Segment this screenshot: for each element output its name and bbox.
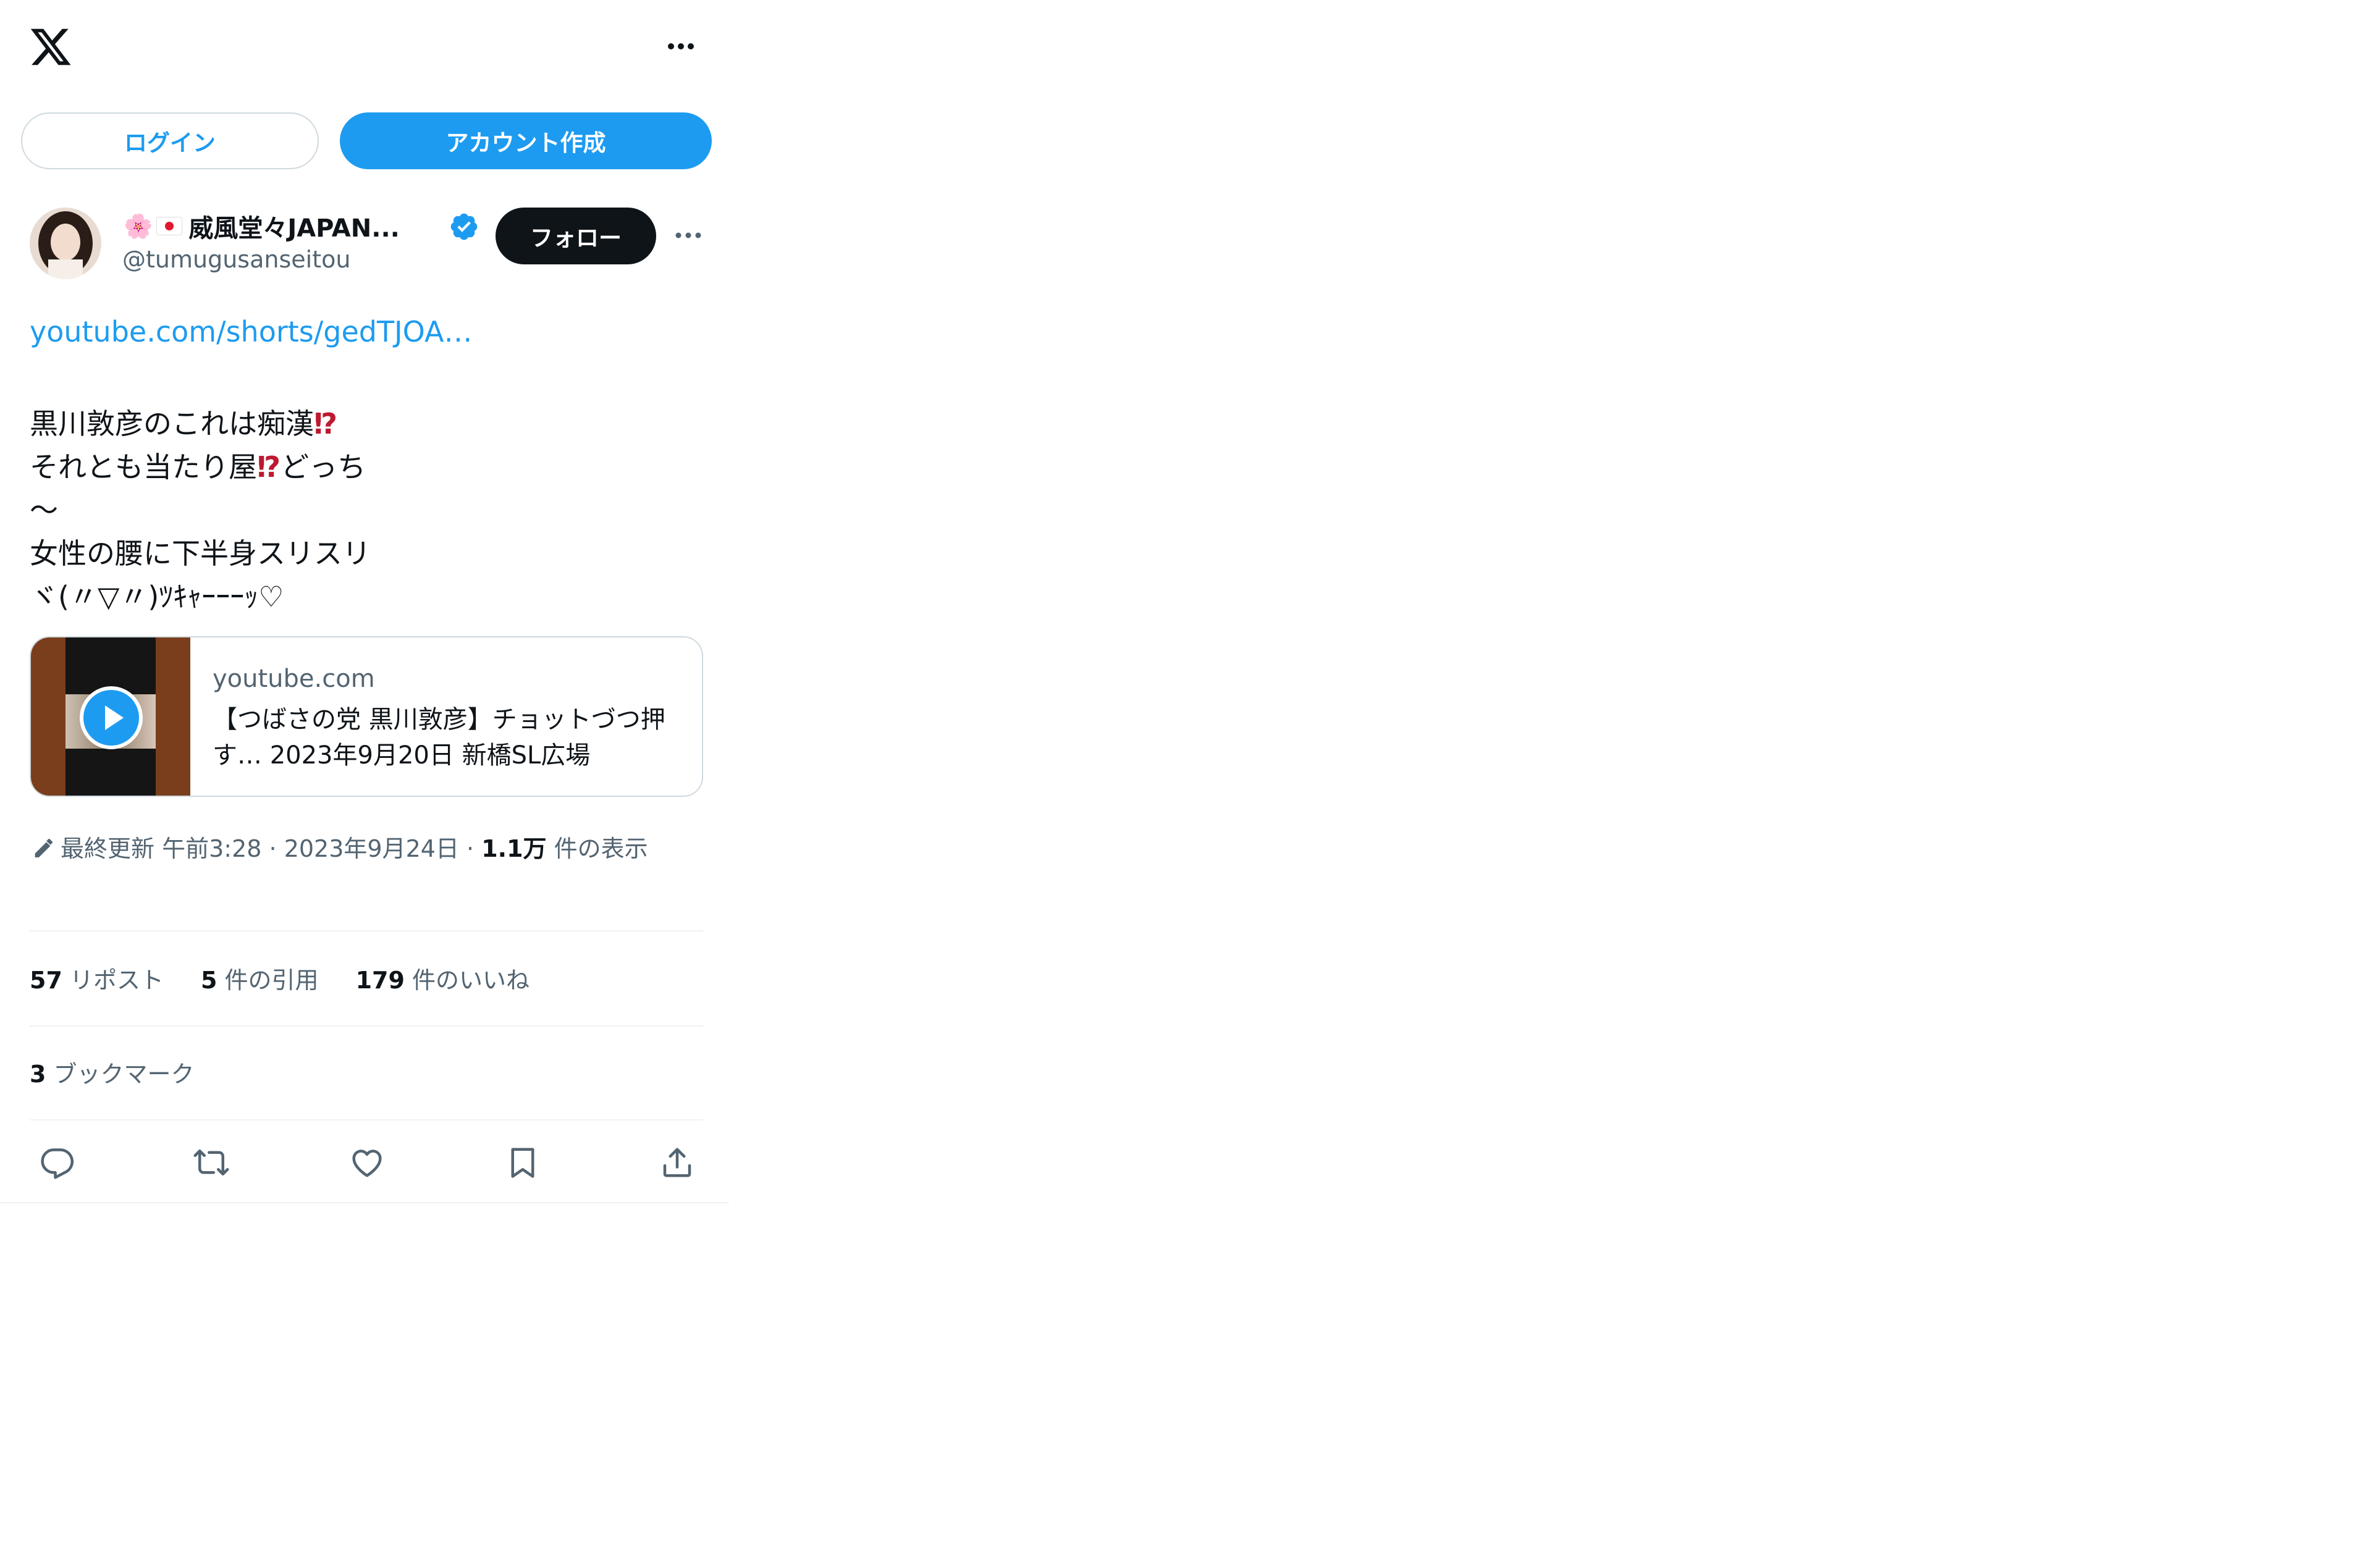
card-domain: youtube.com	[213, 665, 375, 693]
like-count[interactable]: 179 件のいいね	[356, 961, 530, 995]
cherry-blossom-emoji: 🌸	[124, 212, 153, 240]
divider	[30, 1025, 703, 1027]
avatar-image	[30, 208, 101, 279]
video-thumbnail	[31, 637, 190, 796]
repost-icon[interactable]	[193, 1144, 230, 1181]
tweet-text-line: ヾ(〃▽〃)ﾂｷｬｰｰｰｯ♡	[30, 580, 284, 613]
link-preview-card[interactable]: youtube.com 【つばさの党 黒川敦彦】チョットづつ押す… 2023年9…	[30, 636, 703, 797]
share-icon[interactable]	[659, 1144, 696, 1181]
tweet-text-line: 女性の腰に下半身スリスリ	[30, 537, 371, 570]
author-name-row[interactable]: 🌸 威風堂々JAPAN...	[124, 208, 400, 245]
edited-label[interactable]: 最終更新	[61, 835, 154, 862]
card-title: 【つばさの党 黒川敦彦】チョットづつ押す… 2023年9月20日 新橋SL広場	[213, 705, 665, 770]
author-display-name[interactable]: 威風堂々JAPAN...	[188, 208, 400, 244]
interrobang-emoji: ⁉	[314, 407, 338, 440]
view-count-label: 件の表示	[554, 835, 648, 862]
interrobang-emoji: ⁉	[257, 450, 281, 484]
divider	[30, 930, 703, 931]
like-icon[interactable]	[348, 1144, 386, 1181]
quote-count[interactable]: 5 件の引用	[201, 961, 319, 995]
login-button[interactable]: ログイン	[21, 112, 319, 169]
view-count: 1.1万	[481, 835, 547, 862]
more-horizontal-icon[interactable]	[662, 31, 699, 62]
reply-icon[interactable]	[38, 1144, 75, 1181]
author-handle[interactable]: @tumugusanseitou	[122, 246, 350, 273]
engagement-stats: 57 リポスト 5 件の引用 179 件のいいね	[30, 961, 530, 995]
tweet-date[interactable]: 2023年9月24日	[284, 835, 459, 862]
verified-badge-icon	[450, 213, 478, 240]
bookmark-count[interactable]: 3 ブックマーク	[30, 1055, 195, 1089]
divider	[0, 1202, 729, 1203]
edit-pencil-icon	[35, 838, 53, 857]
tweet-text-line: それとも当たり屋⁉どっち	[30, 450, 366, 484]
tweet-page: ログイン アカウント作成 🌸 威風堂々JAPAN... @tumugusanse…	[0, 0, 729, 1205]
play-icon	[80, 686, 143, 749]
divider	[30, 1119, 703, 1120]
tweet-text-line: 黒川敦彦のこれは痴漢⁉	[30, 407, 338, 440]
tweet-more-icon[interactable]	[671, 220, 706, 251]
bookmark-icon[interactable]	[504, 1144, 541, 1181]
tweet-meta: 最終更新 午前3:28 · 2023年9月24日 · 1.1万 件の表示	[30, 830, 697, 867]
avatar[interactable]	[30, 208, 101, 279]
japan-flag-icon	[156, 217, 183, 235]
tweet-link[interactable]: youtube.com/shorts/gedTJOA…	[30, 315, 472, 348]
tweet-time[interactable]: 午前3:28	[162, 835, 261, 862]
top-bar	[0, 0, 729, 93]
create-account-button[interactable]: アカウント作成	[340, 112, 712, 169]
follow-button[interactable]: フォロー	[496, 208, 656, 264]
x-logo-icon[interactable]	[28, 25, 73, 69]
repost-count[interactable]: 57 リポスト	[30, 961, 164, 995]
tweet-text-line: ～	[30, 494, 58, 527]
